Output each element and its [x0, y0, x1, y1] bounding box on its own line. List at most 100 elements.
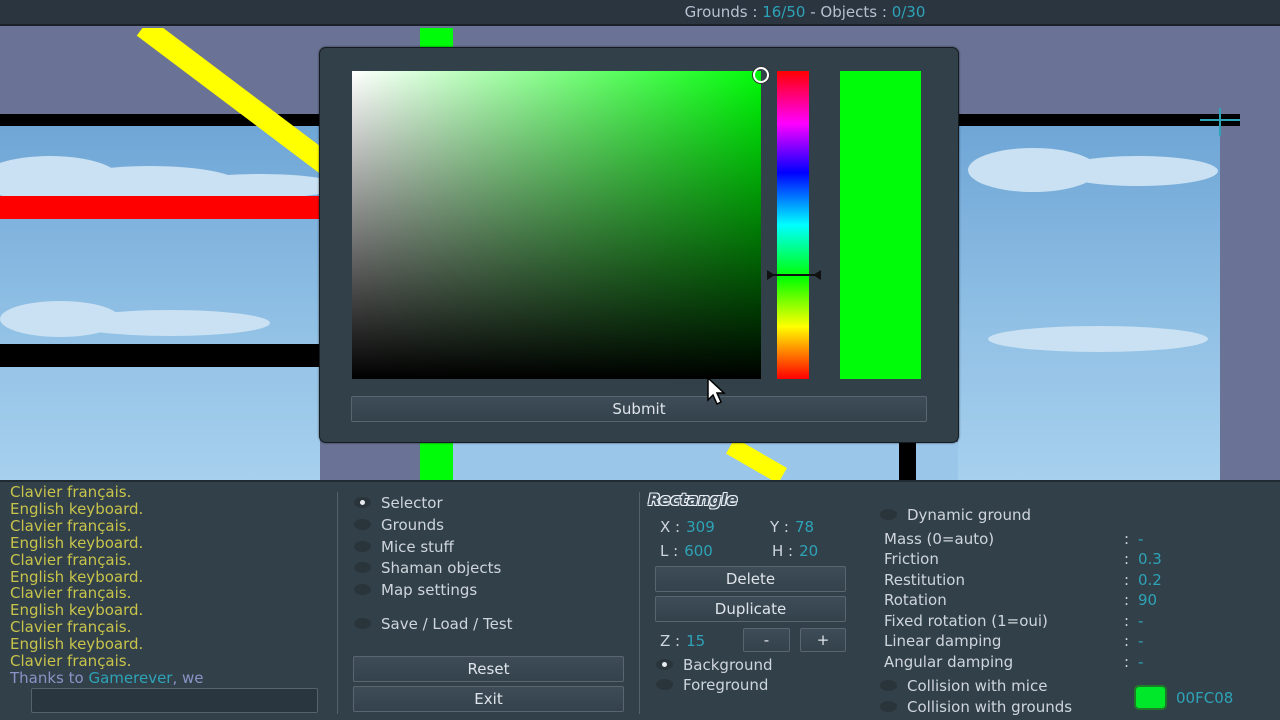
length-value: 600: [684, 542, 713, 560]
panel-divider: [337, 492, 338, 714]
ground-black-middle[interactable]: [0, 344, 320, 367]
layer-option-label: Background: [683, 656, 773, 674]
menu-item-selector[interactable]: Selector: [354, 494, 443, 512]
rotation-value[interactable]: 90: [1138, 591, 1157, 609]
menu-item-label: Save / Load / Test: [381, 615, 513, 633]
property-colon: :: [1124, 632, 1130, 650]
chat-log: Clavier français. English keyboard. Clav…: [10, 484, 332, 687]
layer-foreground-option[interactable]: Foreground: [656, 676, 768, 694]
grounds-count: 16/50: [762, 3, 806, 21]
restitution-value[interactable]: 0.2: [1138, 571, 1162, 589]
height-label: H :: [772, 542, 794, 560]
reset-button[interactable]: Reset: [353, 656, 624, 682]
radio-icon: [354, 618, 371, 629]
property-colon: :: [1124, 530, 1130, 548]
delete-button[interactable]: Delete: [655, 566, 846, 592]
chat-line: English keyboard.: [10, 533, 144, 552]
x-value: 309: [686, 518, 715, 536]
chat-line: English keyboard.: [10, 635, 144, 654]
menu-item-shaman-objects[interactable]: Shaman objects: [354, 559, 501, 577]
map-border: [1220, 28, 1280, 480]
hue-slider[interactable]: [777, 71, 809, 379]
collision-grounds-toggle[interactable]: Collision with grounds: [880, 698, 1072, 716]
menu-item-grounds[interactable]: Grounds: [354, 516, 444, 534]
friction-value[interactable]: 0.3: [1138, 550, 1162, 568]
friction-label: Friction: [884, 550, 939, 568]
property-colon: :: [1124, 591, 1130, 609]
radio-selected-icon: [354, 497, 371, 508]
ground-black-post[interactable]: [899, 442, 916, 480]
mouse-pointer-icon: [707, 376, 726, 406]
chat-line: English keyboard.: [10, 567, 144, 586]
chat-info-line: Thanks to Gamerever, we: [10, 670, 332, 687]
chat-info-prefix: Thanks to: [10, 668, 89, 687]
radio-icon: [354, 584, 371, 595]
chat-input[interactable]: [31, 688, 318, 713]
length-label: L :: [660, 542, 679, 560]
y-label: Y :: [770, 518, 789, 536]
menu-item-label: Shaman objects: [381, 559, 502, 577]
duplicate-button[interactable]: Duplicate: [655, 596, 846, 622]
menu-item-mice-stuff[interactable]: Mice stuff: [354, 538, 454, 556]
hue-slider-handle[interactable]: [767, 270, 821, 280]
objects-count: 0/30: [891, 3, 926, 21]
chat-line: English keyboard.: [10, 499, 144, 518]
objects-label: Objects :: [820, 3, 887, 21]
z-decrease-button[interactable]: -: [743, 628, 790, 652]
ground-green-top[interactable]: [420, 28, 453, 48]
layer-background-option[interactable]: Background: [656, 656, 773, 674]
color-selector-handle[interactable]: [753, 67, 769, 83]
dynamic-ground-toggle[interactable]: Dynamic ground: [880, 506, 1031, 524]
menu-item-label: Selector: [381, 494, 443, 512]
color-picker-dialog: Submit: [319, 47, 959, 443]
sky-background: [420, 442, 958, 480]
restitution-label: Restitution: [884, 571, 965, 589]
exit-button[interactable]: Exit: [353, 686, 624, 712]
ground-green-bottom[interactable]: [420, 442, 453, 480]
property-colon: :: [1124, 612, 1130, 630]
mass-value[interactable]: -: [1138, 530, 1143, 548]
chat-line: Clavier français.: [10, 550, 132, 569]
submit-button[interactable]: Submit: [351, 396, 927, 422]
radio-icon: [354, 519, 371, 530]
menu-item-label: Map settings: [381, 581, 478, 599]
ground-color-hex[interactable]: 00FC08: [1176, 689, 1233, 707]
dynamic-ground-label: Dynamic ground: [907, 506, 1031, 524]
menu-item-map-settings[interactable]: Map settings: [354, 581, 477, 599]
z-increase-button[interactable]: +: [800, 628, 846, 652]
radio-icon: [354, 541, 371, 552]
ground-red[interactable]: [0, 196, 320, 219]
status-separator: -: [810, 3, 816, 21]
chat-line: Clavier français.: [10, 584, 132, 603]
chat-line: Clavier français.: [10, 652, 132, 671]
object-type-title: Rectangle: [648, 490, 738, 509]
x-label: X :: [660, 518, 681, 536]
ground-color-swatch[interactable]: [1134, 685, 1167, 710]
height-value: 20: [799, 542, 819, 560]
height-field[interactable]: H : 20: [772, 542, 818, 560]
x-field[interactable]: X : 309: [660, 518, 715, 536]
collision-mice-toggle[interactable]: Collision with mice: [880, 677, 1047, 695]
grounds-label: Grounds :: [684, 3, 758, 21]
checkbox-icon: [880, 680, 897, 691]
linear-damping-label: Linear damping: [884, 632, 1002, 650]
property-colon: :: [1124, 571, 1130, 589]
menu-item-save-load-test[interactable]: Save / Load / Test: [354, 615, 513, 633]
radio-icon: [656, 679, 673, 690]
z-label: Z :: [660, 632, 681, 650]
radio-selected-icon: [656, 659, 673, 670]
fixed-rotation-value[interactable]: -: [1138, 612, 1143, 630]
radio-icon: [354, 562, 371, 573]
layer-option-label: Foreground: [683, 676, 769, 694]
menu-item-label: Grounds: [381, 516, 444, 534]
angular-damping-value[interactable]: -: [1138, 653, 1143, 671]
y-value: 78: [794, 518, 815, 536]
z-field[interactable]: Z : 15: [660, 632, 705, 650]
y-field[interactable]: Y : 78: [770, 518, 814, 536]
saturation-value-area[interactable]: [352, 71, 761, 379]
crosshair-icon: [1200, 108, 1240, 136]
chat-line: English keyboard.: [10, 601, 144, 620]
linear-damping-value[interactable]: -: [1138, 632, 1143, 650]
length-field[interactable]: L : 600: [660, 542, 713, 560]
status-bar: Grounds : 16/50 - Objects : 0/30: [0, 0, 1280, 26]
